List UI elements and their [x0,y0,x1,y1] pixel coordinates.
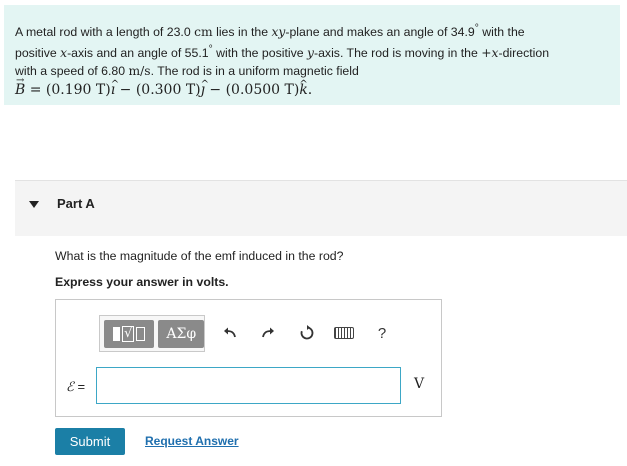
undo-icon[interactable] [219,322,241,344]
problem-line-1: A metal rod with a length of 23.0 cm lie… [15,20,610,41]
request-answer-link[interactable]: Request Answer [145,434,239,448]
problem-text: A metal rod with a length of 23.0 [15,25,195,40]
unit-speed: m/s [128,63,151,78]
equation-text: − (0.0500 T) [204,81,300,98]
answer-input[interactable] [96,367,401,404]
square-root-icon: √ [122,325,135,342]
magnetic-field-equation: B = (0.190 T)ı − (0.300 T)ȷ − (0.0500 T)… [15,72,610,99]
redo-arrow-svg [262,327,274,338]
problem-text: -axis and an angle of 55.1 [67,46,209,61]
problem-text: with the positive [212,46,308,61]
template-solid-box-icon [113,326,121,341]
template-outline-box-icon [136,326,146,341]
problem-line-2: positive x-axis and an angle of 55.1° wi… [15,41,610,62]
equals-sign: = [73,379,86,394]
vector-b: B [15,72,25,99]
math-xy: xy [271,25,286,40]
problem-text: -plane and makes an angle of 34.9 [285,25,475,40]
problem-text: positive [15,46,61,61]
equation-text: . [307,81,313,98]
help-icon[interactable]: ? [371,322,393,344]
emf-symbol: ℰ [66,380,74,395]
collapse-triangle-icon[interactable] [29,201,39,208]
problem-text: -direction [498,46,550,61]
equation-text: = (0.190 T) [25,81,111,98]
math-y: y [307,46,314,61]
reset-icon[interactable] [296,322,318,344]
part-title: Part A [57,196,95,211]
problem-text: -axis. The rod is moving in the [313,46,482,61]
problem-text: lies in the [212,25,272,40]
unit-cm: cm [194,25,213,40]
answer-panel: √ ΑΣφ ? ℰ = V [55,299,442,417]
unit-label: V [414,376,425,392]
undo-arrow-svg [224,327,236,338]
math-plus-x: +x [481,46,499,61]
redo-icon[interactable] [257,322,279,344]
answer-instruction: Express your answer in volts. [55,275,229,289]
problem-line-3: with a speed of 6.80 m/s. The rod is in … [15,63,610,80]
reset-svg [300,325,314,340]
templates-button[interactable]: √ [104,319,155,348]
part-a-header[interactable]: Part A [15,181,627,236]
problem-text: . The rod is in a uniform magnetic field [150,63,359,78]
emf-label: ℰ = [66,379,85,395]
question-text: What is the magnitude of the emf induced… [55,249,344,263]
problem-text: with the [478,25,525,40]
submit-button[interactable]: Submit [55,428,125,455]
keyboard-button[interactable] [333,322,355,344]
keyboard-icon [334,327,354,339]
unit-vector-j: ȷ [201,76,210,99]
problem-statement: A metal rod with a length of 23.0 cm lie… [4,5,620,105]
math-toolbar: √ ΑΣφ [99,315,205,352]
unit-vector-i: ı [111,76,120,99]
unit-vector-k: k [299,76,308,99]
symbols-button[interactable]: ΑΣφ [158,319,204,348]
equation-text: − (0.300 T) [115,81,201,98]
